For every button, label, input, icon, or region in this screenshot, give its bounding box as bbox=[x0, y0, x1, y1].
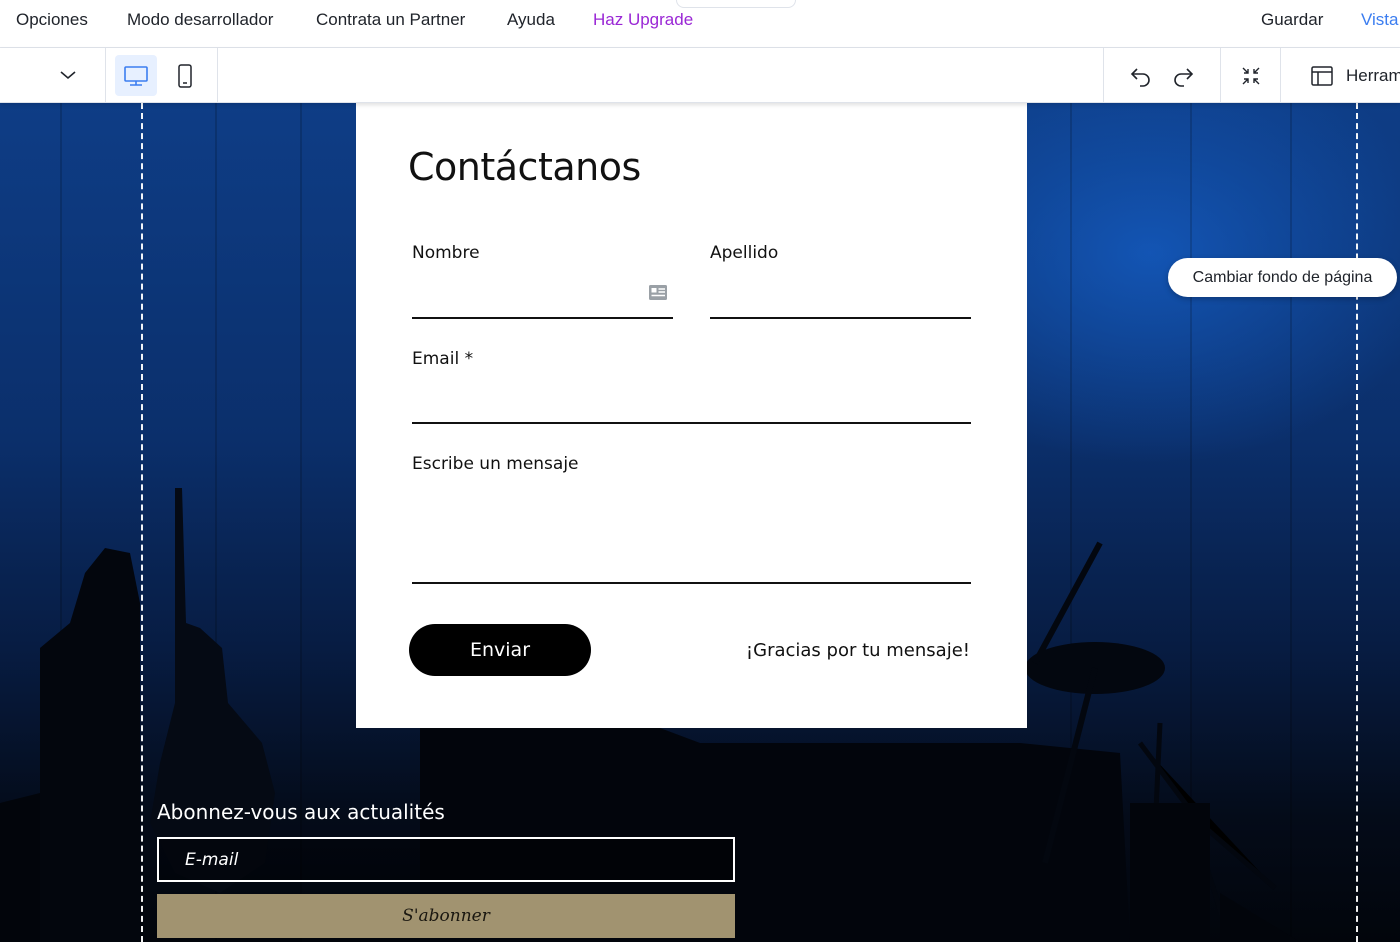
toolbar-divider bbox=[1103, 48, 1104, 103]
success-message: ¡Gracias por tu mensaje! bbox=[745, 640, 970, 661]
editor-menu-bar: Opciones Modo desarrollador Contrata un … bbox=[0, 0, 1400, 48]
email-field[interactable] bbox=[412, 422, 971, 424]
mobile-view-icon[interactable] bbox=[168, 55, 202, 96]
menu-help[interactable]: Ayuda bbox=[507, 10, 555, 30]
menu-upgrade[interactable]: Haz Upgrade bbox=[593, 10, 693, 30]
editor-toolbar: Herram bbox=[0, 48, 1400, 103]
toolbar-divider bbox=[217, 48, 218, 103]
tools-panel-icon[interactable] bbox=[1305, 60, 1339, 92]
redo-icon[interactable] bbox=[1166, 60, 1200, 92]
first-name-field[interactable] bbox=[412, 317, 673, 319]
toolbar-divider bbox=[1280, 48, 1281, 103]
send-button[interactable]: Enviar bbox=[409, 624, 591, 676]
menu-hire-partner[interactable]: Contrata un Partner bbox=[316, 10, 465, 30]
page-canvas[interactable]: Contáctanos Nombre Apellido Email * Escr… bbox=[0, 103, 1400, 942]
contact-form-card[interactable]: Contáctanos Nombre Apellido Email * Escr… bbox=[356, 103, 1027, 728]
message-textarea[interactable] bbox=[412, 582, 971, 584]
undo-icon[interactable] bbox=[1124, 60, 1158, 92]
newsletter-email-input[interactable]: E-mail bbox=[157, 837, 735, 882]
save-button[interactable]: Guardar bbox=[1261, 10, 1323, 30]
preview-button[interactable]: Vista bbox=[1361, 10, 1399, 30]
toolbar-divider bbox=[1220, 48, 1221, 103]
contact-form-title: Contáctanos bbox=[408, 145, 641, 189]
contact-card-icon bbox=[648, 284, 668, 306]
first-name-label: Nombre bbox=[412, 243, 480, 263]
desktop-view-icon[interactable] bbox=[115, 55, 157, 96]
last-name-label: Apellido bbox=[710, 243, 779, 263]
newsletter-email-placeholder: E-mail bbox=[185, 849, 239, 870]
zoom-out-icon[interactable] bbox=[1234, 60, 1268, 92]
menu-options[interactable]: Opciones bbox=[16, 10, 88, 30]
toolbar-divider bbox=[105, 48, 106, 103]
menu-notch bbox=[676, 0, 796, 8]
last-name-field[interactable] bbox=[710, 317, 971, 319]
chevron-down-icon[interactable] bbox=[50, 60, 86, 90]
left-layout-guide bbox=[141, 103, 143, 942]
message-label: Escribe un mensaje bbox=[412, 454, 579, 474]
newsletter-title: Abonnez-vous aux actualités bbox=[157, 800, 445, 824]
right-layout-guide bbox=[1356, 103, 1358, 942]
change-page-background-button[interactable]: Cambiar fondo de página bbox=[1168, 258, 1397, 297]
menu-developer-mode[interactable]: Modo desarrollador bbox=[127, 10, 273, 30]
email-label: Email * bbox=[412, 349, 474, 369]
subscribe-button[interactable]: S'abonner bbox=[157, 894, 735, 938]
tools-label[interactable]: Herram bbox=[1346, 66, 1400, 86]
